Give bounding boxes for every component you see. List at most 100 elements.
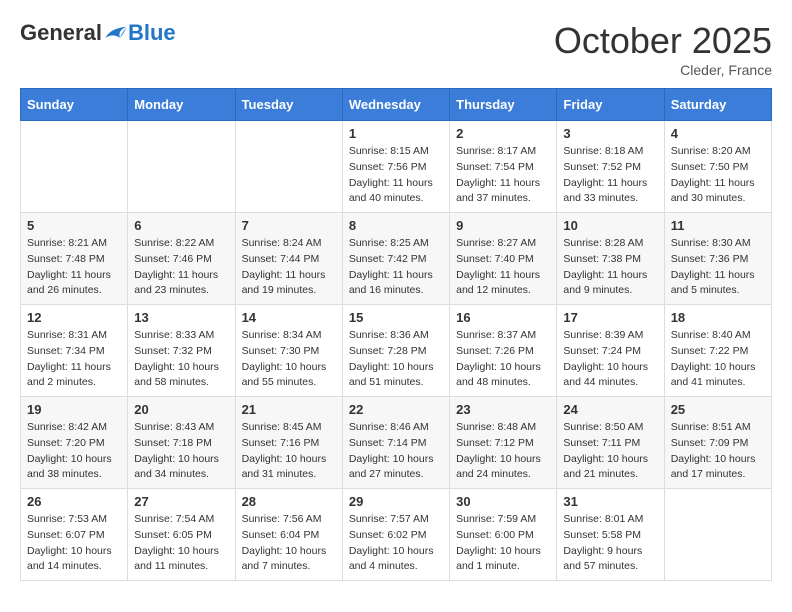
day-number: 12 (27, 310, 121, 325)
calendar-cell: 19 Sunrise: 8:42 AMSunset: 7:20 PMDayligh… (21, 397, 128, 489)
page-header: General Blue October 2025 Cleder, France (20, 20, 772, 78)
day-info: Sunrise: 7:54 AMSunset: 6:05 PMDaylight:… (134, 512, 228, 575)
calendar-header-friday: Friday (557, 89, 664, 121)
day-number: 9 (456, 218, 550, 233)
day-number: 1 (349, 126, 443, 141)
day-number: 24 (563, 402, 657, 417)
day-number: 20 (134, 402, 228, 417)
day-number: 6 (134, 218, 228, 233)
calendar-header-monday: Monday (128, 89, 235, 121)
calendar-cell: 20 Sunrise: 8:43 AMSunset: 7:18 PMDayligh… (128, 397, 235, 489)
day-info: Sunrise: 8:24 AMSunset: 7:44 PMDaylight:… (242, 236, 336, 299)
calendar-cell (128, 121, 235, 213)
day-info: Sunrise: 8:39 AMSunset: 7:24 PMDaylight:… (563, 328, 657, 391)
calendar-header-sunday: Sunday (21, 89, 128, 121)
day-info: Sunrise: 8:18 AMSunset: 7:52 PMDaylight:… (563, 144, 657, 207)
day-number: 5 (27, 218, 121, 233)
day-info: Sunrise: 8:33 AMSunset: 7:32 PMDaylight:… (134, 328, 228, 391)
calendar-cell: 6 Sunrise: 8:22 AMSunset: 7:46 PMDaylight… (128, 213, 235, 305)
calendar-week-row: 1 Sunrise: 8:15 AMSunset: 7:56 PMDaylight… (21, 121, 772, 213)
day-number: 29 (349, 494, 443, 509)
calendar-cell: 1 Sunrise: 8:15 AMSunset: 7:56 PMDaylight… (342, 121, 449, 213)
calendar-cell: 23Sunrise: 8:48 AMSunset: 7:12 PMDayligh… (450, 397, 557, 489)
calendar-header-wednesday: Wednesday (342, 89, 449, 121)
day-info: Sunrise: 8:15 AMSunset: 7:56 PMDaylight:… (349, 144, 443, 207)
title-block: October 2025 Cleder, France (554, 20, 772, 78)
day-number: 23 (456, 402, 550, 417)
calendar-cell: 15 Sunrise: 8:36 AMSunset: 7:28 PMDayligh… (342, 305, 449, 397)
day-info: Sunrise: 8:46 AMSunset: 7:14 PMDaylight:… (349, 420, 443, 483)
day-info: Sunrise: 8:22 AMSunset: 7:46 PMDaylight:… (134, 236, 228, 299)
day-info: Sunrise: 8:21 AMSunset: 7:48 PMDaylight:… (27, 236, 121, 299)
day-number: 3 (563, 126, 657, 141)
calendar-cell: 30 Sunrise: 7:59 AMSunset: 6:00 PMDayligh… (450, 489, 557, 581)
day-info: Sunrise: 8:34 AMSunset: 7:30 PMDaylight:… (242, 328, 336, 391)
logo: General Blue (20, 20, 176, 46)
day-number: 8 (349, 218, 443, 233)
calendar-week-row: 19 Sunrise: 8:42 AMSunset: 7:20 PMDayligh… (21, 397, 772, 489)
day-info: Sunrise: 7:53 AMSunset: 6:07 PMDaylight:… (27, 512, 121, 575)
calendar-cell: 16 Sunrise: 8:37 AMSunset: 7:26 PMDayligh… (450, 305, 557, 397)
calendar-cell: 17 Sunrise: 8:39 AMSunset: 7:24 PMDayligh… (557, 305, 664, 397)
calendar-cell (21, 121, 128, 213)
day-number: 11 (671, 218, 765, 233)
calendar-cell: 2Sunrise: 8:17 AMSunset: 7:54 PMDaylight… (450, 121, 557, 213)
calendar-cell: 21Sunrise: 8:45 AMSunset: 7:16 PMDayligh… (235, 397, 342, 489)
day-number: 16 (456, 310, 550, 325)
calendar-header-thursday: Thursday (450, 89, 557, 121)
calendar-header-saturday: Saturday (664, 89, 771, 121)
day-info: Sunrise: 8:43 AMSunset: 7:18 PMDaylight:… (134, 420, 228, 483)
day-info: Sunrise: 8:25 AMSunset: 7:42 PMDaylight:… (349, 236, 443, 299)
logo-bird-icon (104, 23, 128, 43)
day-info: Sunrise: 7:57 AMSunset: 6:02 PMDaylight:… (349, 512, 443, 575)
day-number: 7 (242, 218, 336, 233)
calendar-cell: 28 Sunrise: 7:56 AMSunset: 6:04 PMDayligh… (235, 489, 342, 581)
day-info: Sunrise: 8:01 AMSunset: 5:58 PMDaylight:… (563, 512, 657, 575)
calendar-table: SundayMondayTuesdayWednesdayThursdayFrid… (20, 88, 772, 581)
calendar-week-row: 5 Sunrise: 8:21 AMSunset: 7:48 PMDaylight… (21, 213, 772, 305)
calendar-cell: 3 Sunrise: 8:18 AMSunset: 7:52 PMDaylight… (557, 121, 664, 213)
day-info: Sunrise: 8:31 AMSunset: 7:34 PMDaylight:… (27, 328, 121, 391)
day-number: 17 (563, 310, 657, 325)
calendar-cell: 7 Sunrise: 8:24 AMSunset: 7:44 PMDaylight… (235, 213, 342, 305)
day-number: 28 (242, 494, 336, 509)
calendar-week-row: 26Sunrise: 7:53 AMSunset: 6:07 PMDayligh… (21, 489, 772, 581)
day-info: Sunrise: 8:40 AMSunset: 7:22 PMDaylight:… (671, 328, 765, 391)
day-info: Sunrise: 8:36 AMSunset: 7:28 PMDaylight:… (349, 328, 443, 391)
day-number: 27 (134, 494, 228, 509)
day-number: 25 (671, 402, 765, 417)
calendar-cell: 18 Sunrise: 8:40 AMSunset: 7:22 PMDayligh… (664, 305, 771, 397)
day-info: Sunrise: 8:42 AMSunset: 7:20 PMDaylight:… (27, 420, 121, 483)
calendar-week-row: 12 Sunrise: 8:31 AMSunset: 7:34 PMDayligh… (21, 305, 772, 397)
day-number: 21 (242, 402, 336, 417)
calendar-cell: 13Sunrise: 8:33 AMSunset: 7:32 PMDayligh… (128, 305, 235, 397)
day-number: 18 (671, 310, 765, 325)
calendar-cell: 11 Sunrise: 8:30 AMSunset: 7:36 PMDayligh… (664, 213, 771, 305)
day-number: 4 (671, 126, 765, 141)
day-info: Sunrise: 7:59 AMSunset: 6:00 PMDaylight:… (456, 512, 550, 575)
day-info: Sunrise: 8:20 AMSunset: 7:50 PMDaylight:… (671, 144, 765, 207)
day-number: 15 (349, 310, 443, 325)
logo-general-text: General (20, 20, 102, 46)
calendar-cell: 26Sunrise: 7:53 AMSunset: 6:07 PMDayligh… (21, 489, 128, 581)
day-number: 31 (563, 494, 657, 509)
calendar-cell: 12 Sunrise: 8:31 AMSunset: 7:34 PMDayligh… (21, 305, 128, 397)
day-number: 19 (27, 402, 121, 417)
day-number: 14 (242, 310, 336, 325)
day-info: Sunrise: 8:27 AMSunset: 7:40 PMDaylight:… (456, 236, 550, 299)
calendar-cell: 22Sunrise: 8:46 AMSunset: 7:14 PMDayligh… (342, 397, 449, 489)
day-info: Sunrise: 7:56 AMSunset: 6:04 PMDaylight:… (242, 512, 336, 575)
calendar-cell: 5 Sunrise: 8:21 AMSunset: 7:48 PMDaylight… (21, 213, 128, 305)
day-info: Sunrise: 8:37 AMSunset: 7:26 PMDaylight:… (456, 328, 550, 391)
location-subtitle: Cleder, France (554, 62, 772, 78)
month-title: October 2025 (554, 20, 772, 62)
calendar-cell: 14 Sunrise: 8:34 AMSunset: 7:30 PMDayligh… (235, 305, 342, 397)
calendar-cell: 29 Sunrise: 7:57 AMSunset: 6:02 PMDayligh… (342, 489, 449, 581)
day-number: 30 (456, 494, 550, 509)
calendar-cell: 9 Sunrise: 8:27 AMSunset: 7:40 PMDaylight… (450, 213, 557, 305)
day-info: Sunrise: 8:30 AMSunset: 7:36 PMDaylight:… (671, 236, 765, 299)
calendar-cell: 10Sunrise: 8:28 AMSunset: 7:38 PMDayligh… (557, 213, 664, 305)
calendar-cell: 27 Sunrise: 7:54 AMSunset: 6:05 PMDayligh… (128, 489, 235, 581)
calendar-header-tuesday: Tuesday (235, 89, 342, 121)
calendar-cell: 4 Sunrise: 8:20 AMSunset: 7:50 PMDaylight… (664, 121, 771, 213)
